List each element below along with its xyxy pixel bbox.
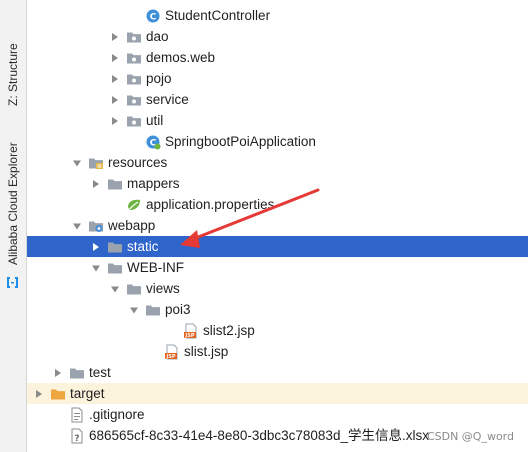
tree-row-web-inf[interactable]: WEB-INF xyxy=(27,257,528,278)
expand-arrow-icon[interactable] xyxy=(32,387,46,401)
class-icon: C xyxy=(145,8,161,24)
folder-icon xyxy=(126,281,142,297)
expand-arrow-icon[interactable] xyxy=(108,51,122,65)
tree-node-label: dao xyxy=(146,29,169,44)
tree-node-label: service xyxy=(146,92,189,107)
unknown-file-icon: ? xyxy=(69,428,85,444)
resources-folder-icon xyxy=(88,155,104,171)
spring-class-icon: C xyxy=(145,134,161,150)
collapse-arrow-icon[interactable] xyxy=(127,303,141,317)
tree-row-application-properties[interactable]: application.properties xyxy=(27,194,528,215)
tree-node-label: slist.jsp xyxy=(184,344,229,359)
tree-node-label: target xyxy=(70,386,105,401)
folder-icon xyxy=(69,365,85,381)
folder-icon xyxy=(107,176,123,192)
tree-node-label: views xyxy=(146,281,180,296)
tree-node-label: mappers xyxy=(127,176,180,191)
package-icon xyxy=(126,113,142,129)
tree-row-demos-web[interactable]: demos.web xyxy=(27,47,528,68)
collapse-arrow-icon[interactable] xyxy=(70,219,84,233)
svg-text:C: C xyxy=(150,12,157,22)
tree-row-slist2-jsp[interactable]: JSP slist2.jsp xyxy=(27,320,528,341)
tree-node-label: util xyxy=(146,113,164,128)
properties-file-icon xyxy=(126,197,142,213)
tree-row-static[interactable]: static xyxy=(27,236,528,257)
jsp-file-icon: JSP xyxy=(164,344,180,360)
svg-text:JSP: JSP xyxy=(165,354,175,360)
tree-row-mappers[interactable]: mappers xyxy=(27,173,528,194)
expand-arrow-icon[interactable] xyxy=(89,177,103,191)
tree-node-label: 686565cf-8c33-41e4-8e80-3dbc3c78083d_学生信… xyxy=(89,428,429,443)
tree-node-label: static xyxy=(127,239,159,254)
project-tree[interactable]: C StudentController dao demos.web pojo servic… xyxy=(27,0,528,452)
tree-row-util[interactable]: util xyxy=(27,110,528,131)
svg-text:JSP: JSP xyxy=(184,333,194,339)
svg-text:?: ? xyxy=(74,434,79,444)
tree-node-label: webapp xyxy=(108,218,156,233)
tree-row-target[interactable]: target xyxy=(27,383,528,404)
folder-icon xyxy=(107,239,123,255)
tree-row-pojo[interactable]: pojo xyxy=(27,68,528,89)
tree-row-slist-jsp[interactable]: JSP slist.jsp xyxy=(27,341,528,362)
collapse-arrow-icon[interactable] xyxy=(108,282,122,296)
alibaba-cloud-explorer-tab[interactable]: Alibaba Cloud Explorer xyxy=(0,138,26,270)
tree-row-studentcontroller[interactable]: C StudentController xyxy=(27,5,528,26)
tree-row-resources[interactable]: resources xyxy=(27,152,528,173)
expand-arrow-icon[interactable] xyxy=(108,93,122,107)
tree-row-webapp[interactable]: webapp xyxy=(27,215,528,236)
structure-tab-label: Z: Structure xyxy=(6,43,20,107)
alibaba-cloud-icon xyxy=(7,277,18,288)
text-file-icon xyxy=(69,407,85,423)
folder-icon xyxy=(107,260,123,276)
structure-tab[interactable]: Z: Structure xyxy=(0,30,26,120)
collapse-arrow-icon[interactable] xyxy=(70,156,84,170)
package-icon xyxy=(126,71,142,87)
tree-node-label: resources xyxy=(108,155,168,170)
tree-node-label: WEB-INF xyxy=(127,260,184,275)
tree-row-views[interactable]: views xyxy=(27,278,528,299)
tree-node-label: poi3 xyxy=(165,302,191,317)
tree-row-poi3[interactable]: poi3 xyxy=(27,299,528,320)
tree-node-label: application.properties xyxy=(146,197,275,212)
folder-icon xyxy=(145,302,161,318)
collapse-arrow-icon[interactable] xyxy=(89,261,103,275)
tree-row-service[interactable]: service xyxy=(27,89,528,110)
package-icon xyxy=(126,50,142,66)
expand-arrow-icon[interactable] xyxy=(89,240,103,254)
tree-node-label: StudentController xyxy=(165,8,271,23)
package-icon xyxy=(126,29,142,45)
tree-node-label: SpringbootPoiApplication xyxy=(165,134,316,149)
expand-arrow-icon[interactable] xyxy=(108,72,122,86)
tree-node-label: slist2.jsp xyxy=(203,323,255,338)
web-folder-icon xyxy=(88,218,104,234)
tree-row-gitignore[interactable]: .gitignore xyxy=(27,404,528,425)
tree-row-springbootpoiapplication[interactable]: C SpringbootPoiApplication xyxy=(27,131,528,152)
tree-row-dao[interactable]: dao xyxy=(27,26,528,47)
expand-arrow-icon[interactable] xyxy=(108,114,122,128)
alibaba-tab-label: Alibaba Cloud Explorer xyxy=(6,142,20,266)
expand-arrow-icon[interactable] xyxy=(51,366,65,380)
tree-row-test[interactable]: test xyxy=(27,362,528,383)
tree-node-label: demos.web xyxy=(146,50,216,65)
jsp-file-icon: JSP xyxy=(183,323,199,339)
watermark: CSDN @Q_word xyxy=(426,430,514,443)
expand-arrow-icon[interactable] xyxy=(108,30,122,44)
excluded-folder-icon xyxy=(50,386,66,402)
tree-node-label: pojo xyxy=(146,71,172,86)
package-icon xyxy=(126,92,142,108)
left-tool-window-strip: Z: Structure Alibaba Cloud Explorer xyxy=(0,0,27,452)
tree-node-label: .gitignore xyxy=(89,407,145,422)
tree-node-label: test xyxy=(89,365,111,380)
